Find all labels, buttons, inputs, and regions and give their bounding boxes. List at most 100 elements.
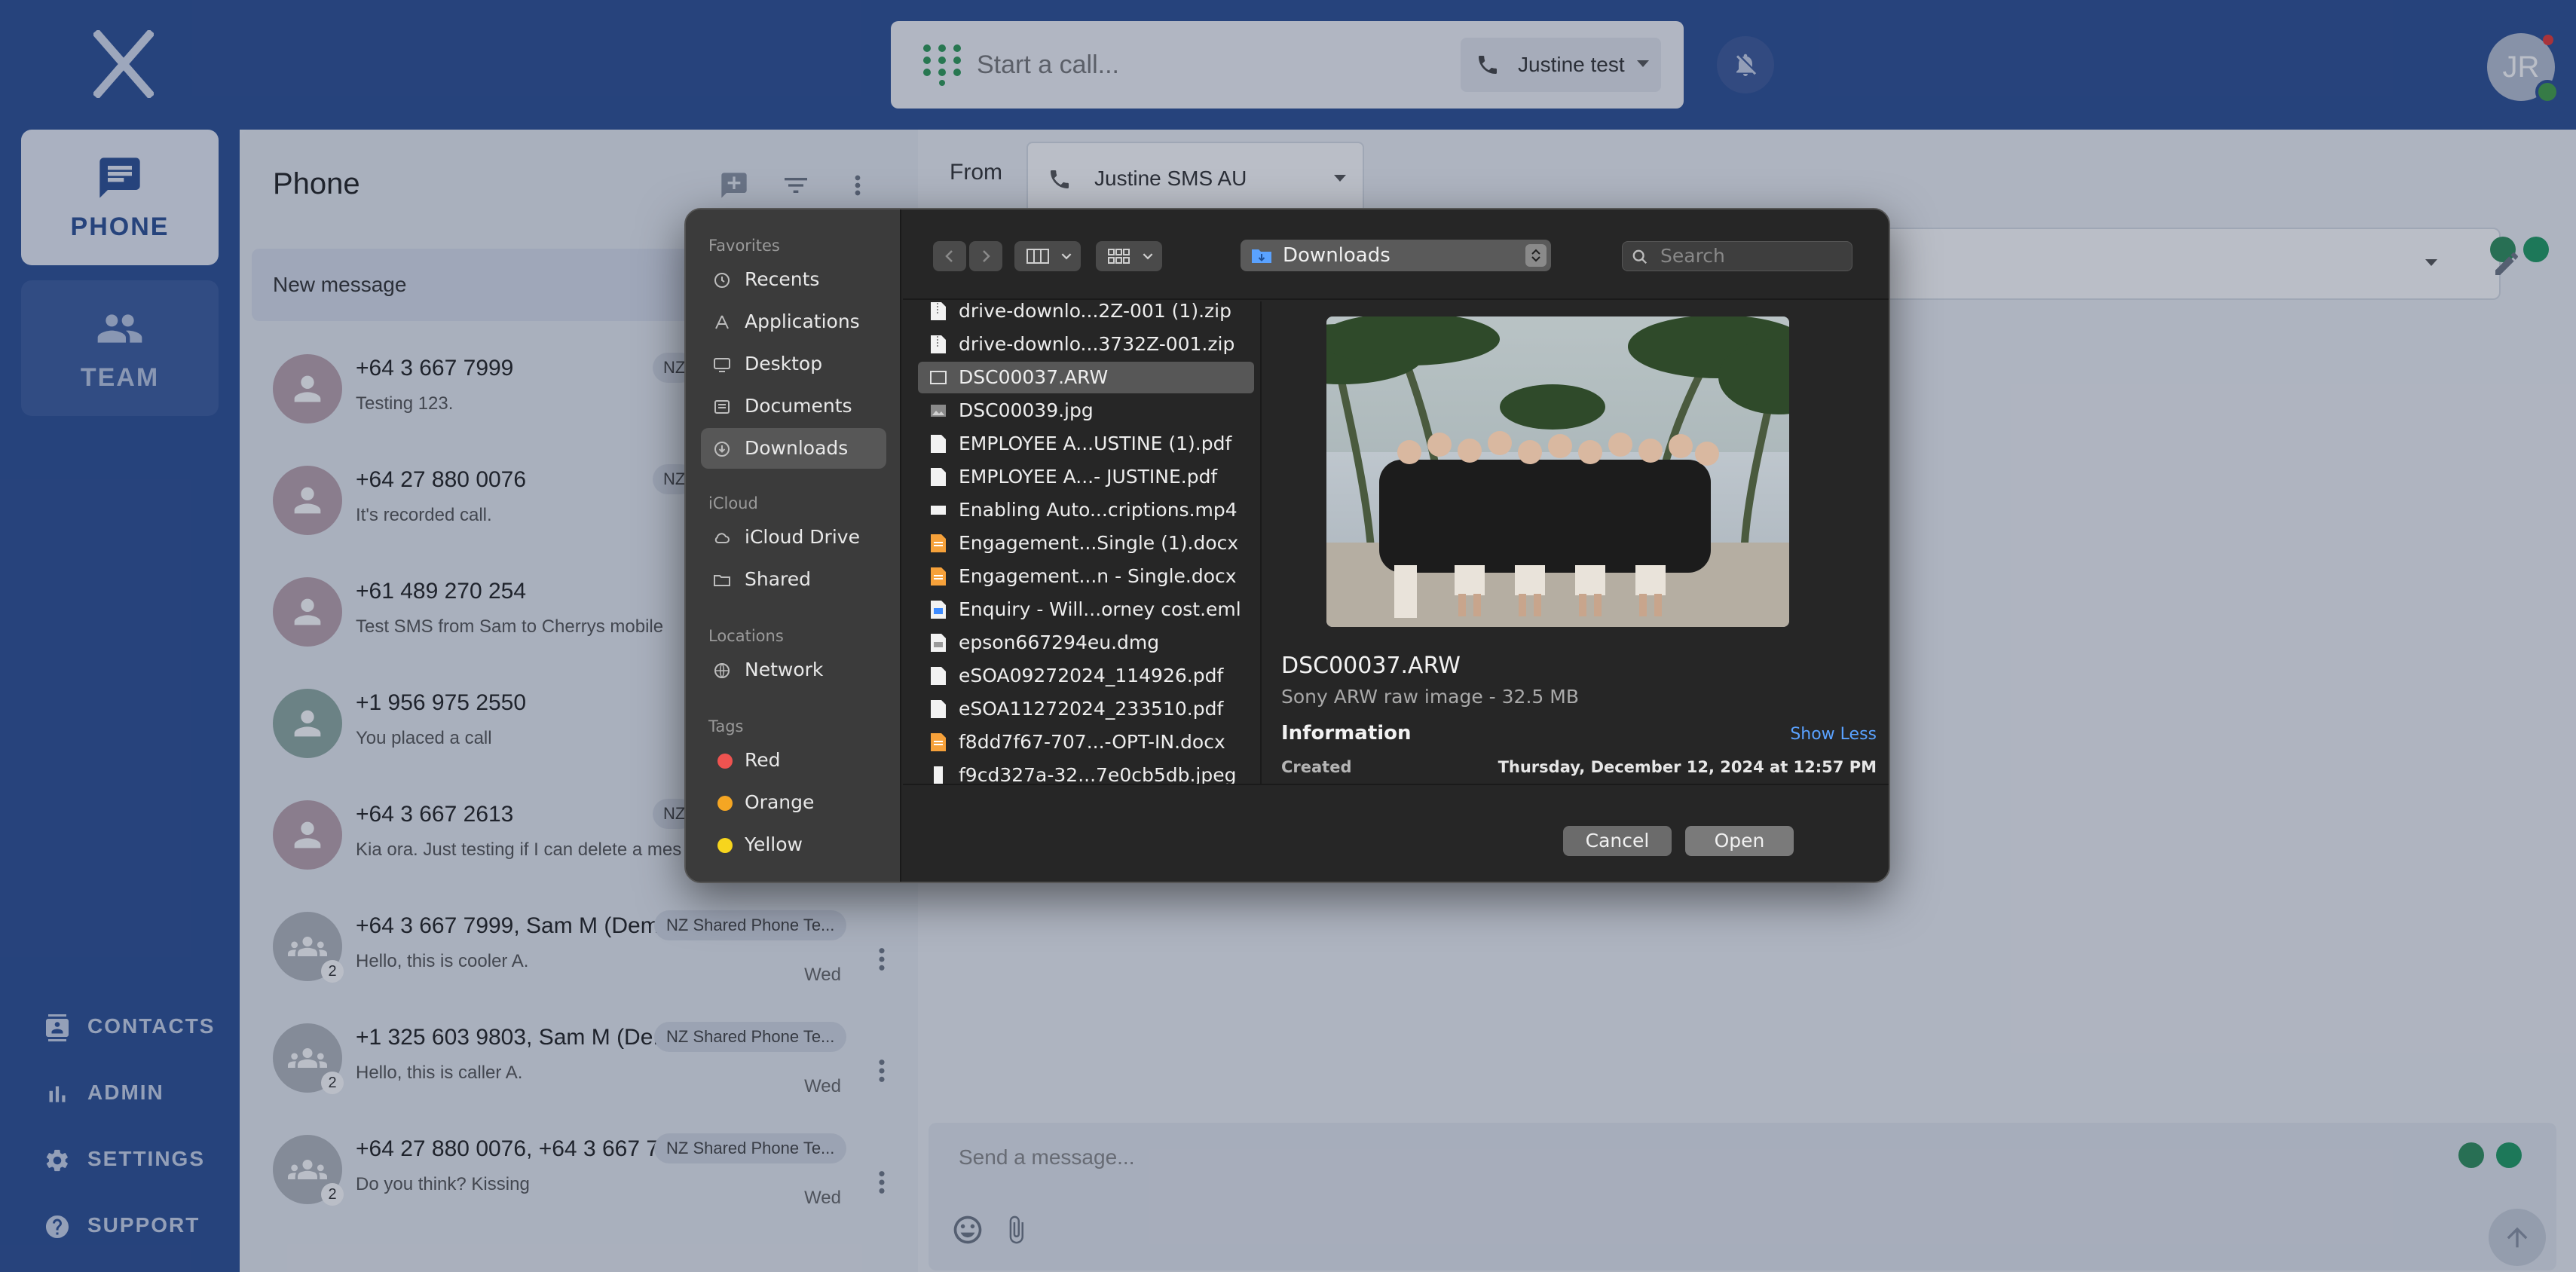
sidebar-item-label: Orange [745, 791, 815, 813]
shared-folder-icon [714, 575, 730, 586]
dialog-sidebar: Favorites Recents Applications Desktop D… [686, 209, 901, 882]
file-browser: Downloads Search drive-downlo...2Z-001 (… [903, 209, 1889, 882]
sidebar-section-tags: Tags [708, 717, 744, 735]
file-list[interactable]: drive-downlo...2Z-001 (1).zip drive-down… [903, 301, 1262, 784]
sidebar-item-recents[interactable]: Recents [701, 259, 886, 300]
image-thumbnail [1326, 316, 1789, 627]
jpeg-file-icon [934, 766, 943, 784]
chevron-down-icon [1143, 253, 1153, 260]
applications-icon [715, 315, 729, 329]
raw-image-file-icon [930, 371, 947, 384]
file-name: Enabling Auto...criptions.mp4 [959, 499, 1238, 521]
file-row[interactable]: Engagement...Single (1).docx [918, 527, 1254, 559]
file-preview: DSC00037.ARW Sony ARW raw image - 32.5 M… [1263, 301, 1889, 784]
desktop-icon [714, 358, 730, 372]
file-row[interactable]: f9cd327a-32...7e0cb5db.jpeg [918, 760, 1254, 784]
created-value: Thursday, December 12, 2024 at 12:57 PM [1498, 758, 1877, 776]
forward-button[interactable] [969, 241, 1002, 271]
sidebar-item-label: Desktop [745, 353, 823, 375]
file-name: drive-downlo...3732Z-001.zip [959, 333, 1235, 355]
file-name: DSC00037.ARW [959, 366, 1109, 388]
sidebar-item-label: Yellow [745, 833, 803, 855]
file-row[interactable]: DSC00039.jpg [918, 395, 1254, 427]
file-row[interactable]: drive-downlo...2Z-001 (1).zip [918, 301, 1254, 327]
file-name: drive-downlo...2Z-001 (1).zip [959, 301, 1231, 322]
file-row[interactable]: Engagement...n - Single.docx [918, 561, 1254, 592]
sidebar-item-label: Shared [745, 568, 812, 590]
sidebar-tag-orange[interactable]: Orange [701, 782, 886, 823]
back-button[interactable] [933, 241, 966, 271]
file-name: EMPLOYEE A...USTINE (1).pdf [959, 433, 1232, 454]
pdf-file-icon [931, 700, 946, 718]
app-window: Start a call... Justine test JR PHONE TE… [0, 0, 2576, 1272]
zip-file-icon [931, 335, 946, 353]
sidebar-item-documents[interactable]: Documents [701, 386, 886, 427]
file-row[interactable]: EMPLOYEE A...USTINE (1).pdf [918, 428, 1254, 460]
tag-color-dot [717, 796, 733, 811]
sidebar-section-favorites: Favorites [708, 237, 780, 255]
sidebar-item-label: Network [745, 659, 824, 680]
pdf-file-icon [931, 468, 946, 486]
sidebar-tag-red[interactable]: Red [701, 740, 886, 781]
sidebar-item-shared[interactable]: Shared [701, 559, 886, 600]
file-name: f8dd7f67-707...-OPT-IN.docx [959, 731, 1225, 753]
pdf-file-icon [931, 667, 946, 685]
chevron-right-icon [983, 250, 990, 262]
sidebar-tag-yellow[interactable]: Yellow [701, 824, 886, 865]
sidebar-item-label: Applications [745, 310, 860, 332]
chevron-left-icon [945, 250, 953, 262]
sidebar-item-applications[interactable]: Applications [701, 301, 886, 342]
view-columns-button[interactable] [1014, 241, 1081, 271]
information-heading: Information [1281, 722, 1412, 745]
up-down-chevron-icon [1531, 249, 1540, 262]
docx-file-icon [931, 534, 946, 552]
file-open-dialog: Favorites Recents Applications Desktop D… [684, 208, 1890, 883]
file-row[interactable]: eSOA09272024_114926.pdf [918, 660, 1254, 692]
sidebar-section-locations: Locations [708, 627, 784, 645]
sidebar-item-network[interactable]: Network [701, 650, 886, 690]
email-file-icon [931, 601, 946, 619]
created-label: Created [1281, 758, 1352, 776]
docx-file-icon [931, 733, 946, 751]
file-row[interactable]: Enabling Auto...criptions.mp4 [918, 494, 1254, 526]
columns-icon [1026, 249, 1049, 264]
file-row[interactable]: drive-downlo...3732Z-001.zip [918, 329, 1254, 360]
search-input[interactable]: Search [1622, 241, 1852, 271]
folder-icon [1252, 249, 1271, 263]
search-icon [1632, 249, 1647, 264]
file-name: Engagement...n - Single.docx [959, 565, 1237, 587]
file-row[interactable]: epson667294eu.dmg [918, 627, 1254, 659]
file-row[interactable]: EMPLOYEE A...- JUSTINE.pdf [918, 461, 1254, 493]
file-row[interactable]: eSOA11272024_233510.pdf [918, 693, 1254, 725]
location-select[interactable]: Downloads [1241, 240, 1551, 271]
file-row[interactable]: f8dd7f67-707...-OPT-IN.docx [918, 726, 1254, 758]
file-name: eSOA09272024_114926.pdf [959, 665, 1224, 686]
tag-color-dot [717, 838, 733, 853]
search-placeholder: Search [1660, 245, 1725, 267]
open-button[interactable]: Open [1685, 826, 1794, 856]
video-file-icon [931, 506, 946, 515]
zip-file-icon [931, 302, 946, 320]
dialog-footer: Cancel Open [903, 784, 1889, 882]
preview-file-description: Sony ARW raw image - 32.5 MB [1281, 686, 1579, 708]
cancel-button[interactable]: Cancel [1563, 826, 1672, 856]
sidebar-item-label: Recents [745, 268, 820, 290]
file-row-selected[interactable]: DSC00037.ARW [918, 362, 1254, 393]
group-by-button[interactable] [1096, 241, 1162, 271]
preview-file-name: DSC00037.ARW [1281, 653, 1461, 679]
cloud-icon [714, 533, 730, 543]
file-name: f9cd327a-32...7e0cb5db.jpeg [959, 764, 1237, 784]
sidebar-item-downloads[interactable]: Downloads [701, 428, 886, 469]
clock-icon [714, 273, 730, 288]
sidebar-item-desktop[interactable]: Desktop [701, 344, 886, 384]
sidebar-item-icloud-drive[interactable]: iCloud Drive [701, 517, 886, 558]
stepper-icon [1525, 244, 1547, 267]
sidebar-item-label: Red [745, 749, 781, 771]
show-less-link[interactable]: Show Less [1790, 725, 1877, 744]
location-label: Downloads [1283, 244, 1390, 267]
grid-icon [1108, 249, 1130, 264]
file-name: EMPLOYEE A...- JUSTINE.pdf [959, 466, 1218, 488]
file-row[interactable]: Enquiry - Will...orney cost.eml [918, 594, 1254, 625]
sidebar-item-label: Documents [745, 395, 852, 417]
file-name: DSC00039.jpg [959, 399, 1094, 421]
